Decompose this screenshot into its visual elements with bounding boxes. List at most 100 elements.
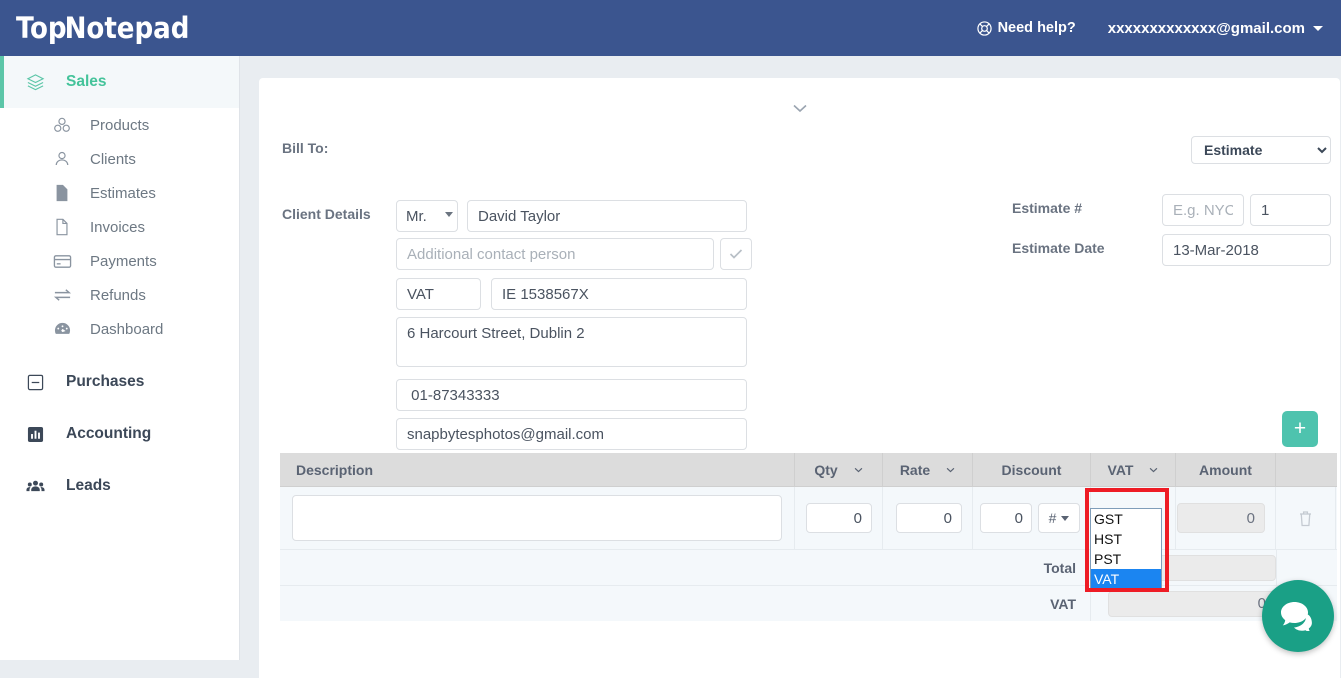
column-label-discount: Discount	[1001, 462, 1062, 478]
client-name-input[interactable]	[467, 200, 747, 232]
discount-unit-select[interactable]: #	[1038, 503, 1080, 533]
estimate-number-label: Estimate #	[1012, 200, 1083, 216]
cell-discount: #	[973, 487, 1091, 549]
sidebar-item-label-dashboard: Dashboard	[90, 320, 164, 338]
sidebar-item-purchases[interactable]: Purchases	[0, 356, 239, 408]
line-rate-input[interactable]	[896, 503, 962, 533]
user-account-menu[interactable]: xxxxxxxxxxxxx@gmail.com	[1108, 20, 1323, 37]
add-line-item-button[interactable]: +	[1282, 411, 1318, 447]
client-email-input[interactable]	[396, 418, 747, 450]
vat-total-value-input	[1108, 590, 1276, 617]
sidebar-item-products[interactable]: Products	[0, 108, 239, 142]
cell-qty	[795, 487, 883, 549]
column-header-vat[interactable]: VAT	[1091, 453, 1176, 487]
vat-total-label: VAT	[280, 586, 1091, 621]
need-help-link[interactable]: Need help?	[976, 20, 1076, 36]
client-address-textarea[interactable]: 6 Harcourt Street, Dublin 2	[396, 317, 747, 367]
column-header-qty[interactable]: Qty	[795, 453, 883, 487]
exchange-icon	[52, 287, 72, 303]
totals-row-total: Total	[280, 549, 1337, 585]
trash-icon[interactable]	[1298, 510, 1313, 527]
sidebar-item-clients[interactable]: Clients	[0, 142, 239, 176]
credit-card-icon	[52, 253, 72, 269]
column-header-description: Description	[280, 453, 795, 487]
sidebar-item-label-estimates: Estimates	[90, 184, 156, 202]
minus-box-icon	[24, 374, 46, 391]
user-icon	[52, 150, 72, 168]
sidebar-item-invoices[interactable]: Invoices	[0, 210, 239, 244]
check-icon	[729, 249, 743, 259]
chevron-down-icon-discount-unit	[1061, 515, 1070, 521]
chat-support-button[interactable]	[1262, 580, 1334, 652]
sidebar-item-dashboard[interactable]: Dashboard	[0, 312, 239, 346]
document-type-select[interactable]: Estimate	[1191, 136, 1331, 164]
line-discount-input[interactable]	[980, 503, 1032, 533]
sidebar: Sales Products Clients Estimates Invoice…	[0, 56, 240, 660]
line-description-input[interactable]	[292, 495, 782, 541]
people-icon	[24, 479, 46, 494]
cell-rate	[883, 487, 973, 549]
bar-chart-icon	[24, 426, 46, 443]
main-content: Bill To: Client Details Mr. 6 Harcourt S…	[240, 56, 1341, 678]
chevron-down-icon-rate	[946, 467, 955, 473]
layers-icon	[24, 73, 46, 92]
sidebar-item-payments[interactable]: Payments	[0, 244, 239, 278]
column-label-vat: VAT	[1107, 462, 1134, 478]
client-details-label: Client Details	[282, 206, 371, 222]
column-label-amount: Amount	[1199, 462, 1252, 478]
vat-option-hst[interactable]: HST	[1091, 529, 1161, 549]
totals-row-spacer	[1277, 550, 1337, 585]
sidebar-item-label-payments: Payments	[90, 252, 157, 270]
sidebar-item-label-sales: Sales	[66, 73, 107, 90]
totals-row-vat: VAT	[280, 585, 1337, 621]
cell-amount	[1176, 487, 1276, 549]
tax-label-input[interactable]	[396, 278, 481, 310]
tax-number-input[interactable]	[491, 278, 747, 310]
sidebar-item-label-invoices: Invoices	[90, 218, 146, 236]
line-qty-input[interactable]	[806, 503, 872, 533]
app-logo[interactable]: TopNotepad	[16, 11, 189, 45]
vat-option-gst[interactable]: GST	[1091, 509, 1161, 529]
vat-total-value-cell	[1091, 586, 1277, 621]
sidebar-item-estimates[interactable]: Estimates	[0, 176, 239, 210]
chevron-down-icon-title	[445, 212, 453, 217]
confirm-contact-button[interactable]	[720, 238, 752, 270]
estimate-date-input[interactable]	[1162, 234, 1331, 266]
table-header-row: Description Qty Rate Discount VAT Amount	[280, 453, 1337, 487]
estimate-number-input[interactable]	[1250, 194, 1331, 226]
chevron-down-icon-collapse[interactable]	[793, 104, 807, 113]
sidebar-item-leads[interactable]: Leads	[0, 460, 239, 512]
lifering-icon	[976, 20, 992, 36]
vat-option-pst[interactable]: PST	[1091, 549, 1161, 569]
chevron-down-icon	[1313, 25, 1323, 31]
top-header-bar: TopNotepad Need help? xxxxxxxxxxxxx@gmai…	[0, 0, 1341, 56]
vat-type-dropdown-list[interactable]: GST HST PST VAT	[1090, 508, 1162, 590]
client-phone-input[interactable]	[396, 379, 747, 411]
discount-unit-label: #	[1048, 510, 1057, 526]
column-header-rate[interactable]: Rate	[883, 453, 973, 487]
sidebar-item-refunds[interactable]: Refunds	[0, 278, 239, 312]
gauge-icon	[52, 321, 72, 338]
cell-delete	[1276, 487, 1336, 549]
sidebar-item-label-purchases: Purchases	[66, 373, 145, 390]
sidebar-item-accounting[interactable]: Accounting	[0, 408, 239, 460]
cell-description	[280, 487, 795, 549]
document-card: Bill To: Client Details Mr. 6 Harcourt S…	[259, 78, 1340, 678]
sidebar-item-sales[interactable]: Sales	[0, 56, 239, 108]
total-label: Total	[280, 550, 1091, 585]
bill-to-label: Bill To:	[282, 140, 329, 156]
sidebar-item-label-accounting: Accounting	[66, 425, 152, 442]
estimate-prefix-input[interactable]	[1162, 194, 1244, 226]
logo-text-top: Top	[16, 11, 67, 45]
estimate-date-label: Estimate Date	[1012, 240, 1105, 256]
sidebar-item-label-refunds: Refunds	[90, 286, 146, 304]
column-header-actions	[1276, 453, 1336, 487]
additional-contact-input[interactable]	[396, 238, 714, 270]
table-row: #	[280, 487, 1337, 549]
column-label-qty: Qty	[814, 462, 838, 478]
chevron-down-icon-qty	[854, 467, 863, 473]
vat-option-vat[interactable]: VAT	[1091, 569, 1161, 589]
chat-bubbles-icon	[1281, 602, 1312, 631]
header-right-group: Need help? xxxxxxxxxxxxx@gmail.com	[976, 20, 1323, 37]
column-header-amount: Amount	[1176, 453, 1276, 487]
